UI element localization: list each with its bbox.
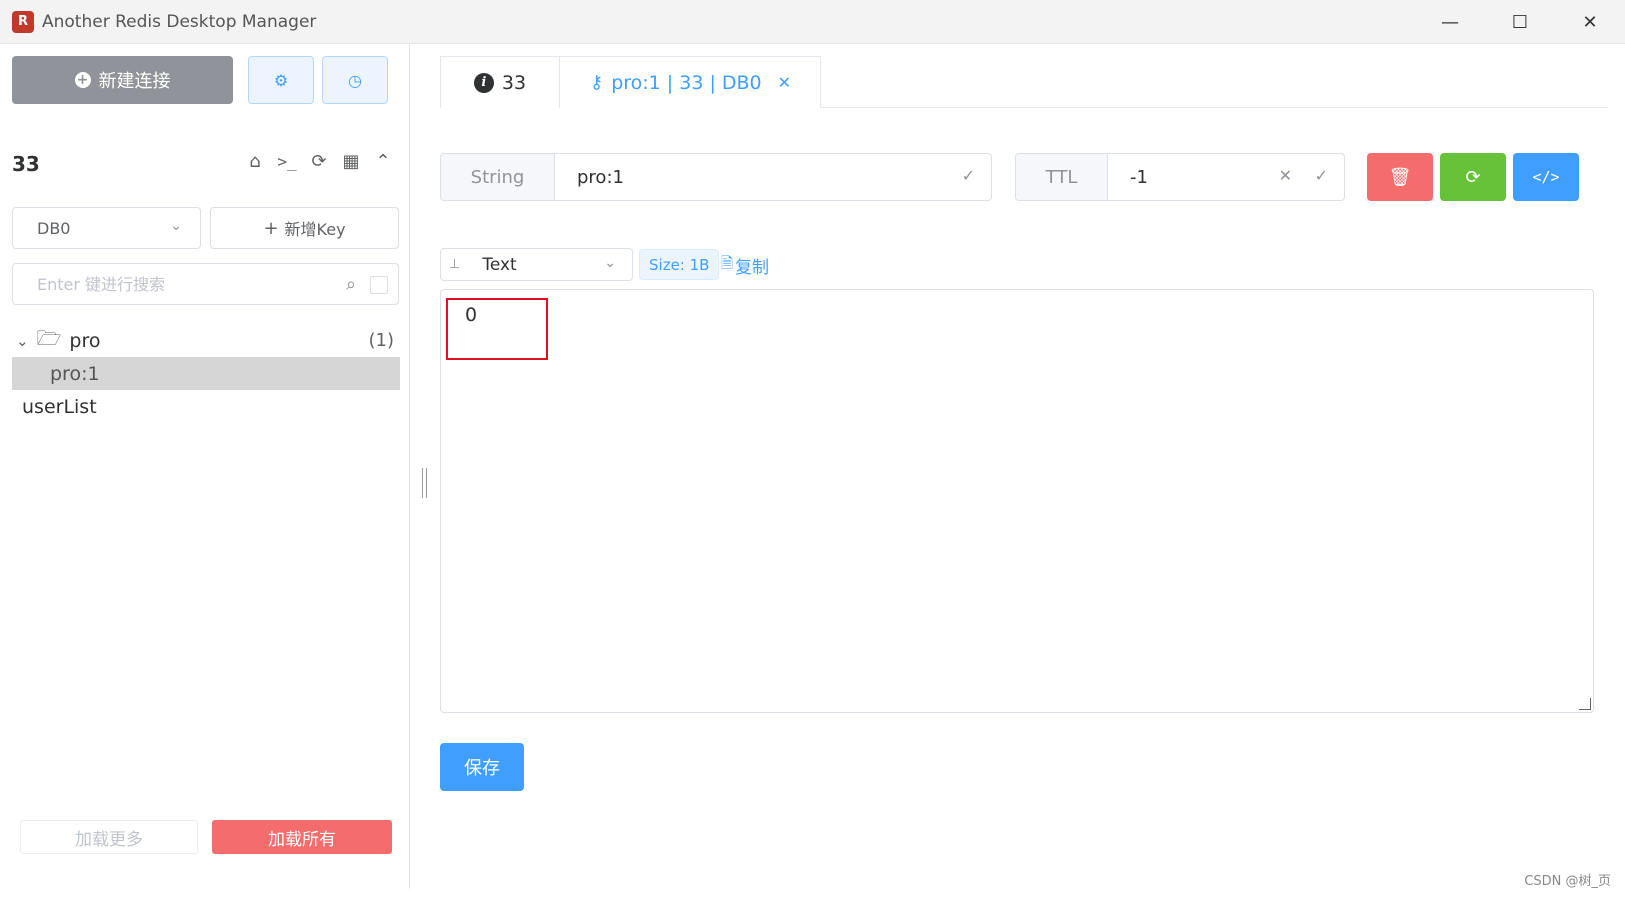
ttl-group: TTL -1 ✕ ✓ bbox=[1015, 153, 1345, 201]
clock-icon: ◷ bbox=[348, 70, 362, 90]
chevron-down-icon: ⌄ bbox=[16, 331, 29, 350]
close-icon: ✕ bbox=[1582, 11, 1598, 33]
grid-icon[interactable]: ▦ bbox=[338, 148, 364, 174]
check-icon[interactable]: ✓ bbox=[1315, 166, 1328, 185]
value-editor[interactable]: 0 bbox=[440, 289, 1594, 713]
tab-close-icon[interactable]: ✕ bbox=[778, 73, 791, 92]
load-more-button[interactable]: 加载更多 bbox=[20, 820, 198, 854]
key-name-value: pro:1 bbox=[577, 166, 624, 188]
home-icon[interactable]: ⌂ bbox=[242, 148, 268, 174]
info-icon: i bbox=[473, 72, 494, 93]
db-select-value: DB0 bbox=[37, 218, 71, 238]
sidebar-divider bbox=[409, 44, 410, 889]
load-all-button[interactable]: 加载所有 bbox=[212, 820, 392, 854]
chevron-up-icon[interactable]: ⌃ bbox=[370, 148, 396, 174]
connection-name: 33 bbox=[12, 152, 40, 176]
close-window-button[interactable]: ✕ bbox=[1555, 0, 1625, 44]
db-select[interactable]: DB0 ⌄ bbox=[12, 207, 201, 249]
search-icon[interactable]: ⌕ bbox=[346, 274, 356, 295]
new-connection-label: 新建连接 bbox=[98, 71, 171, 92]
key-name-input[interactable]: pro:1 ✓ bbox=[555, 154, 991, 200]
refresh-icon[interactable]: ⟳ bbox=[306, 148, 332, 174]
format-select-value: Text bbox=[482, 254, 517, 275]
tab-label: 33 bbox=[501, 71, 527, 94]
new-connection-button[interactable]: + 新建连接 bbox=[12, 56, 233, 104]
textarea-resize-handle[interactable] bbox=[1579, 698, 1591, 710]
check-icon[interactable]: ✓ bbox=[962, 166, 975, 185]
key-type-label: String bbox=[441, 154, 555, 200]
key-search-box: ⌕ bbox=[12, 263, 399, 305]
exact-search-checkbox[interactable] bbox=[370, 276, 388, 294]
key-search-input[interactable] bbox=[35, 264, 345, 304]
maximize-icon: ☐ bbox=[1511, 11, 1529, 33]
clear-icon[interactable]: ✕ bbox=[1279, 166, 1292, 185]
key-icon: ⚷ bbox=[590, 72, 604, 93]
save-button[interactable]: 保存 bbox=[440, 743, 524, 791]
app-logo-icon: R bbox=[12, 10, 34, 33]
folder-open-icon: 🗁 bbox=[36, 325, 62, 350]
trash-icon: 🗑 bbox=[1388, 166, 1412, 188]
sidebar-resize-handle[interactable] bbox=[422, 468, 427, 498]
annotation-highlight-box bbox=[446, 298, 548, 360]
sidebar: + 新建连接 ⚙ ◷ 33 ⌂ >_ ⟳ ▦ ⌃ DB0 ⌄ + 新增Key ⌕… bbox=[0, 44, 410, 897]
refresh-key-button[interactable]: ⟳ bbox=[1440, 153, 1506, 201]
copy-label: 复制 bbox=[735, 258, 770, 278]
window-title: Another Redis Desktop Manager bbox=[42, 11, 317, 32]
tab-connection-info[interactable]: i 33 bbox=[440, 56, 560, 108]
title-bar: R Another Redis Desktop Manager — ☐ ✕ bbox=[0, 0, 1625, 44]
settings-button[interactable]: ⚙ bbox=[248, 56, 314, 104]
delete-key-button[interactable]: 🗑 bbox=[1367, 153, 1433, 201]
add-key-label: 新增Key bbox=[284, 220, 346, 239]
document-icon: 🗎 bbox=[721, 254, 734, 272]
tree-key-userlist[interactable]: userList bbox=[12, 390, 400, 423]
tree-key-label: userList bbox=[22, 395, 97, 418]
tree-key-pro-1[interactable]: pro:1 bbox=[12, 357, 400, 390]
tab-key-detail[interactable]: ⚷ pro:1 | 33 | DB0 ✕ bbox=[559, 56, 821, 108]
ttl-value: -1 bbox=[1130, 166, 1148, 188]
sitemap-icon: ⊥ bbox=[449, 257, 461, 272]
window-controls: — ☐ ✕ bbox=[1415, 0, 1625, 44]
tree-folder-count: (1) bbox=[368, 330, 395, 351]
plus-icon: + bbox=[263, 217, 279, 239]
chevron-down-icon: ⌄ bbox=[170, 218, 182, 234]
tree-folder-label: pro bbox=[69, 329, 101, 352]
copy-link[interactable]: 🗎 复制 bbox=[721, 253, 769, 278]
tab-bar: i 33 ⚷ pro:1 | 33 | DB0 ✕ bbox=[440, 56, 1608, 108]
gear-icon: ⚙ bbox=[273, 70, 289, 90]
minimize-icon: — bbox=[1441, 11, 1459, 33]
tab-label: pro:1 | 33 | DB0 bbox=[611, 71, 762, 94]
refresh-icon: ⟳ bbox=[1465, 166, 1481, 188]
key-tree: ⌄ 🗁 pro (1) pro:1 userList bbox=[12, 324, 400, 423]
ttl-label: TTL bbox=[1016, 154, 1108, 200]
size-badge: Size: 1B bbox=[639, 249, 720, 280]
plus-circle-icon: + bbox=[74, 72, 91, 88]
format-select[interactable]: ⊥ Text ⌄ bbox=[440, 248, 633, 281]
watermark: CSDN @树_页 bbox=[1524, 874, 1611, 889]
chevron-down-icon: ⌄ bbox=[604, 255, 616, 271]
tree-folder-pro[interactable]: ⌄ 🗁 pro (1) bbox=[12, 324, 400, 357]
minimize-button[interactable]: — bbox=[1415, 0, 1485, 44]
maximize-button[interactable]: ☐ bbox=[1485, 0, 1555, 44]
dump-command-button[interactable]: </> bbox=[1513, 153, 1579, 201]
connection-toolbar: ⌂ >_ ⟳ ▦ ⌃ bbox=[242, 148, 396, 174]
terminal-icon[interactable]: >_ bbox=[274, 148, 300, 174]
key-name-group: String pro:1 ✓ bbox=[440, 153, 992, 201]
add-key-button[interactable]: + 新增Key bbox=[210, 207, 399, 249]
ttl-input[interactable]: -1 ✕ ✓ bbox=[1108, 154, 1344, 200]
code-icon: </> bbox=[1532, 168, 1560, 186]
command-log-button[interactable]: ◷ bbox=[322, 56, 388, 104]
tree-key-label: pro:1 bbox=[50, 362, 100, 385]
